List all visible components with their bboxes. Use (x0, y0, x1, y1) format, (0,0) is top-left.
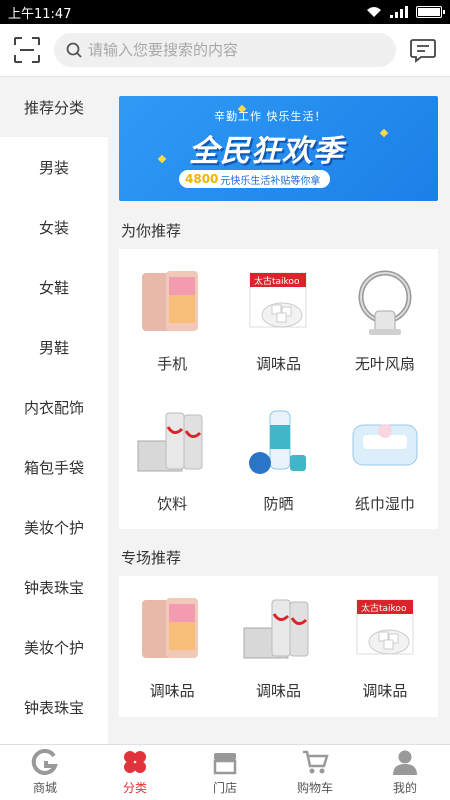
phone-image (142, 271, 199, 331)
coke-can-image (243, 599, 309, 659)
sugar-box-image: 太古taikoo (356, 599, 414, 655)
recommended-card: 手机 太古taikoo 调味品 无叶风扇 饮料 防晒 纸巾湿巾 (119, 249, 438, 529)
product-item-phone[interactable]: 手机 (119, 249, 225, 389)
product-label: 调味品 (149, 682, 195, 700)
product-item-wipes[interactable]: 纸巾湿巾 (332, 389, 438, 529)
banner-offer: 4800 元快乐生活补贴等你拿 (179, 170, 331, 188)
sunscreen-bottle-image (249, 410, 307, 474)
category-icon (124, 751, 146, 773)
banner-slogan: 辛勤工作 快乐生活！ (214, 110, 327, 123)
sidebar-item-watches[interactable]: 钟表珠宝 (0, 557, 108, 617)
svg-text:太古taikoo: 太古taikoo (254, 275, 300, 287)
battery-level (418, 8, 440, 16)
main-content: 辛勤工作 快乐生活！ 全民狂欢季 4800 元快乐生活补贴等你拿 为你推荐 手机 (108, 77, 450, 744)
user-icon (393, 750, 417, 775)
product-label: 无叶风扇 (354, 355, 415, 373)
svg-text:太古taikoo: 太古taikoo (361, 602, 407, 614)
special-card: 调味品 调味品 太古taikoo 调味品 (119, 576, 438, 717)
phone-image (142, 598, 199, 658)
product-label: 饮料 (157, 495, 188, 513)
special-item[interactable]: 调味品 (225, 576, 331, 716)
sidebar-item-watches-2[interactable]: 钟表珠宝 (0, 677, 108, 737)
promo-banner[interactable]: 辛勤工作 快乐生活！ 全民狂欢季 4800 元快乐生活补贴等你拿 (119, 96, 438, 201)
sidebar-item-beauty[interactable]: 美妆个护 (0, 497, 108, 557)
top-bar (0, 24, 450, 77)
product-label: 调味品 (255, 355, 301, 373)
product-label: 调味品 (362, 682, 408, 700)
cart-icon (303, 750, 329, 774)
sparkle-icon (157, 154, 167, 164)
battery-icon (416, 6, 445, 18)
sidebar-item-womens-shoes[interactable]: 女鞋 (0, 257, 108, 317)
product-label: 纸巾湿巾 (354, 495, 415, 513)
sidebar-item-recommended[interactable]: 推荐分类 (0, 77, 108, 137)
store-icon (213, 753, 237, 775)
search-box[interactable] (54, 33, 396, 67)
search-icon (66, 42, 82, 58)
signal-icon (390, 6, 408, 18)
wifi-icon (367, 7, 381, 17)
wet-wipes-image (352, 424, 418, 466)
product-label: 调味品 (255, 682, 301, 700)
product-item-seasoning[interactable]: 太古taikoo 调味品 (225, 249, 331, 389)
sugar-box-image: 太古taikoo (249, 272, 307, 328)
sidebar-item-beauty-2[interactable]: 美妆个护 (0, 617, 108, 677)
mall-icon (31, 748, 58, 775)
status-bar: 上午11:47 (0, 0, 450, 24)
category-sidebar: 推荐分类 男装 女装 女鞋 男鞋 内衣配饰 箱包手袋 美妆个护 钟表珠宝 美妆个… (0, 77, 108, 744)
status-time: 上午11:47 (8, 6, 72, 22)
banner-offer-text: 元快乐生活补贴等你拿 (220, 175, 321, 187)
banner-title: 全民狂欢季 (189, 134, 344, 169)
sidebar-item-womenswear[interactable]: 女装 (0, 197, 108, 257)
tab-cart[interactable]: 购物车 (270, 745, 360, 800)
message-icon[interactable] (408, 35, 438, 65)
banner-amount: 4800 (185, 172, 219, 186)
product-label: 手机 (157, 355, 188, 373)
bottom-tab-bar: 商城 分类 门店 购物车 我的 (0, 744, 450, 800)
sparkle-icon (379, 128, 389, 138)
bladeless-fan-image (358, 270, 412, 335)
coke-can-image (137, 412, 203, 472)
special-item[interactable]: 太古taikoo 调味品 (332, 576, 438, 716)
scan-icon[interactable] (12, 35, 42, 65)
tab-mall[interactable]: 商城 (0, 745, 90, 800)
tab-mine[interactable]: 我的 (360, 745, 450, 800)
special-item[interactable]: 调味品 (119, 576, 225, 716)
section-title-special: 专场推荐 (121, 549, 182, 567)
search-input[interactable] (88, 41, 384, 59)
tab-category[interactable]: 分类 (90, 745, 180, 800)
product-item-sunscreen[interactable]: 防晒 (225, 389, 331, 529)
section-title-recommended: 为你推荐 (121, 222, 182, 240)
sidebar-item-underwear[interactable]: 内衣配饰 (0, 377, 108, 437)
sidebar-item-menswear[interactable]: 男装 (0, 137, 108, 197)
product-item-drinks[interactable]: 饮料 (119, 389, 225, 529)
tab-store[interactable]: 门店 (180, 745, 270, 800)
product-label: 防晒 (263, 495, 294, 513)
sidebar-item-mens-shoes[interactable]: 男鞋 (0, 317, 108, 377)
sidebar-item-bags[interactable]: 箱包手袋 (0, 437, 108, 497)
product-item-fan[interactable]: 无叶风扇 (332, 249, 438, 389)
